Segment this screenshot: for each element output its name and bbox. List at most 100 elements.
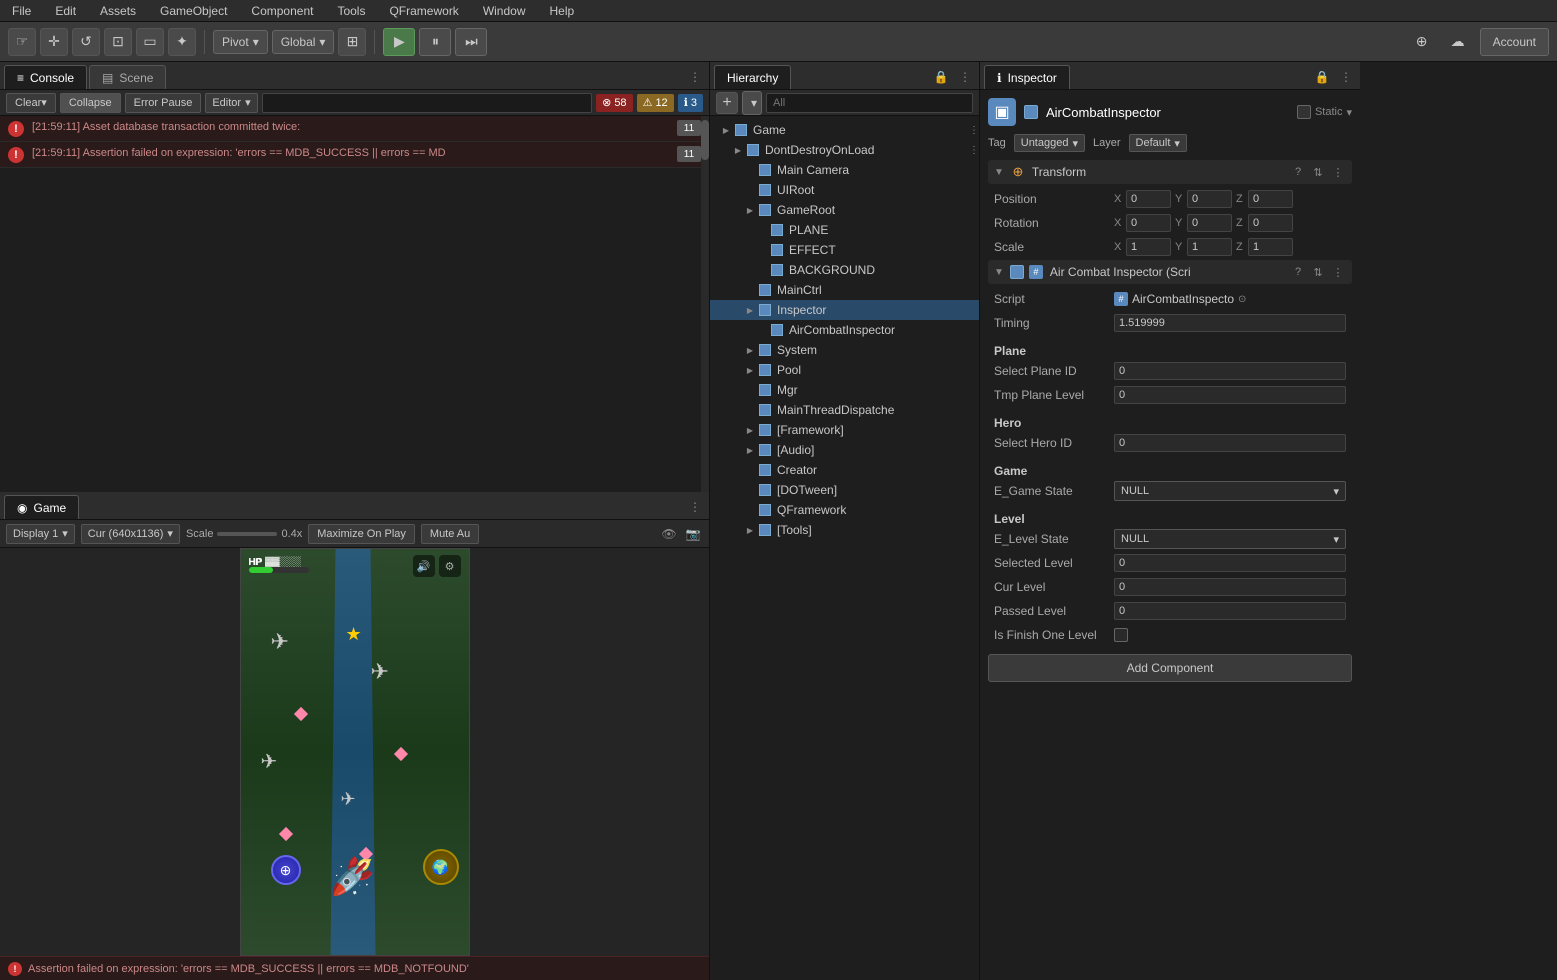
menu-component[interactable]: Component: [247, 2, 317, 20]
hier-item-effect[interactable]: ▶ EFFECT: [710, 240, 979, 260]
account-button[interactable]: Account: [1480, 28, 1549, 56]
resolution-dropdown[interactable]: Cur (640x1136) ▾: [81, 524, 180, 544]
e-level-state-dropdown[interactable]: NULL ▾: [1114, 529, 1346, 549]
tab-game[interactable]: ◉ Game: [4, 495, 79, 519]
hier-item-pool[interactable]: ▶ Pool: [710, 360, 979, 380]
position-y-input[interactable]: [1187, 190, 1232, 208]
step-button[interactable]: ⏭: [455, 28, 487, 56]
game-more-btn[interactable]: ⋮: [685, 497, 705, 517]
console-scrollbar[interactable]: [701, 116, 709, 492]
cur-level-input[interactable]: [1114, 578, 1346, 596]
tab-scene[interactable]: ▤ Scene: [89, 65, 166, 89]
script-help-btn[interactable]: ?: [1290, 264, 1306, 280]
menu-gameobject[interactable]: GameObject: [156, 2, 231, 20]
hier-item-dontdestroy[interactable]: ▶ DontDestroyOnLoad ⋮: [710, 140, 979, 160]
transform-more-btn[interactable]: ⋮: [1330, 164, 1346, 180]
menu-window[interactable]: Window: [479, 2, 530, 20]
scale-slider[interactable]: [217, 532, 277, 536]
select-plane-id-input[interactable]: [1114, 362, 1346, 380]
hier-menu-dontdestroy[interactable]: ⋮: [969, 145, 979, 156]
rotation-y-input[interactable]: [1187, 214, 1232, 232]
hierarchy-more-btn[interactable]: ⋮: [955, 67, 975, 87]
passed-level-input[interactable]: [1114, 602, 1346, 620]
transform-component-header[interactable]: ▼ ⊕ Transform ? ⇅ ⋮: [988, 160, 1352, 184]
tab-inspector[interactable]: ℹ Inspector: [984, 65, 1070, 89]
hier-item-gameroot[interactable]: ▶ GameRoot: [710, 200, 979, 220]
hier-menu-game[interactable]: ⋮: [969, 125, 979, 136]
inspector-lock-btn[interactable]: 🔒: [1312, 67, 1332, 87]
position-x-input[interactable]: [1126, 190, 1171, 208]
hier-item-aircombat[interactable]: ▶ AirCombatInspector: [710, 320, 979, 340]
component-active-checkbox[interactable]: [1024, 105, 1038, 119]
hier-item-creator[interactable]: ▶ Creator: [710, 460, 979, 480]
error-pause-btn[interactable]: Error Pause: [125, 93, 202, 113]
display-dropdown[interactable]: Display 1 ▾: [6, 524, 75, 544]
hand-tool-btn[interactable]: ☞: [8, 28, 36, 56]
hier-item-main-camera[interactable]: ▶ Main Camera: [710, 160, 979, 180]
script-more-btn[interactable]: ⋮: [1330, 264, 1346, 280]
script-component-header[interactable]: ▼ # Air Combat Inspector (Scri ? ⇅ ⋮: [988, 260, 1352, 284]
add-hierarchy-btn[interactable]: +: [716, 92, 738, 114]
script-settings-btn[interactable]: ⇅: [1310, 264, 1326, 280]
timing-input[interactable]: [1114, 314, 1346, 332]
rotation-z-input[interactable]: [1248, 214, 1293, 232]
hier-item-framework[interactable]: ▶ [Framework]: [710, 420, 979, 440]
mute-btn[interactable]: Mute Au: [421, 524, 479, 544]
console-scrollbar-thumb[interactable]: [701, 120, 709, 160]
add-component-button[interactable]: Add Component: [988, 654, 1352, 682]
hier-item-background[interactable]: ▶ BACKGROUND: [710, 260, 979, 280]
inspector-more-btn[interactable]: ⋮: [1336, 67, 1356, 87]
menu-file[interactable]: File: [8, 2, 35, 20]
menu-qframework[interactable]: QFramework: [385, 2, 462, 20]
gizmo-icon-1[interactable]: ⊕: [1408, 28, 1436, 56]
maximize-btn[interactable]: Maximize On Play: [308, 524, 415, 544]
pause-button[interactable]: ⏸: [419, 28, 451, 56]
rect-tool-btn[interactable]: ▭: [136, 28, 164, 56]
hier-item-mgr[interactable]: ▶ Mgr: [710, 380, 979, 400]
add-hierarchy-dropdown[interactable]: ▾: [742, 91, 762, 115]
tab-console[interactable]: ≡ Console: [4, 65, 87, 89]
layer-dropdown[interactable]: Default ▾: [1129, 134, 1187, 152]
hier-item-qframework[interactable]: ▶ QFramework: [710, 500, 979, 520]
select-hero-id-input[interactable]: [1114, 434, 1346, 452]
hier-item-uiroot[interactable]: ▶ UIRoot: [710, 180, 979, 200]
camera-gizmo-icon[interactable]: 📷: [683, 524, 703, 544]
position-z-input[interactable]: [1248, 190, 1293, 208]
script-active-checkbox[interactable]: [1010, 265, 1024, 279]
console-message-0[interactable]: ! [21:59:11] Asset database transaction …: [0, 116, 709, 142]
hier-item-game[interactable]: ▶ Game ⋮: [710, 120, 979, 140]
tab-hierarchy[interactable]: Hierarchy: [714, 65, 791, 89]
editor-dropdown[interactable]: Editor ▾: [205, 93, 257, 113]
menu-help[interactable]: Help: [546, 2, 579, 20]
hier-item-dotween[interactable]: ▶ [DOTween]: [710, 480, 979, 500]
play-button[interactable]: ▶: [383, 28, 415, 56]
script-link-icon[interactable]: ⊙: [1238, 294, 1246, 305]
pivot-dropdown[interactable]: Pivot ▾: [213, 30, 268, 54]
tag-dropdown[interactable]: Untagged ▾: [1014, 134, 1085, 152]
clear-btn[interactable]: Clear ▾: [6, 93, 56, 113]
hierarchy-lock-btn[interactable]: 🔒: [931, 67, 951, 87]
menu-tools[interactable]: Tools: [333, 2, 369, 20]
hier-item-plane[interactable]: ▶ PLANE: [710, 220, 979, 240]
console-more-btn[interactable]: ⋮: [685, 67, 705, 87]
console-message-1[interactable]: ! [21:59:11] Assertion failed on express…: [0, 142, 709, 168]
hier-item-inspector[interactable]: ▶ Inspector: [710, 300, 979, 320]
menu-edit[interactable]: Edit: [51, 2, 80, 20]
tmp-plane-level-input[interactable]: [1114, 386, 1346, 404]
scale-y-input[interactable]: [1187, 238, 1232, 256]
menu-assets[interactable]: Assets: [96, 2, 140, 20]
global-dropdown[interactable]: Global ▾: [272, 30, 335, 54]
rotate-tool-btn[interactable]: ↺: [72, 28, 100, 56]
selected-level-input[interactable]: [1114, 554, 1346, 572]
info-badge[interactable]: ℹ 3: [678, 94, 703, 112]
hierarchy-search-input[interactable]: [766, 93, 973, 113]
settings-icon-btn[interactable]: ⚙: [439, 555, 461, 577]
visibility-icon[interactable]: 👁: [659, 524, 679, 544]
scale-tool-btn[interactable]: ⊡: [104, 28, 132, 56]
e-game-state-dropdown[interactable]: NULL ▾: [1114, 481, 1346, 501]
static-checkbox[interactable]: [1297, 105, 1311, 119]
transform-tool-btn[interactable]: ✦: [168, 28, 196, 56]
hier-item-mainthreaddispatcher[interactable]: ▶ MainThreadDispatche: [710, 400, 979, 420]
transform-help-btn[interactable]: ?: [1290, 164, 1306, 180]
warn-badge[interactable]: ⚠ 12: [637, 94, 674, 112]
